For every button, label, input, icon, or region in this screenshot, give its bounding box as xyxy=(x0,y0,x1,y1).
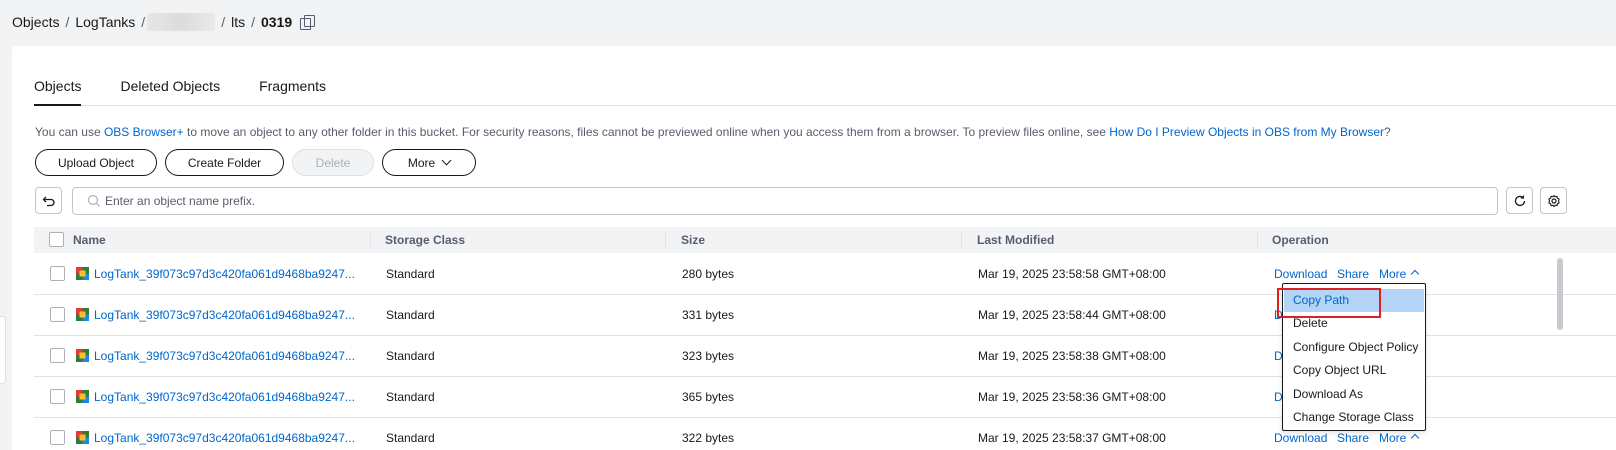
file-icon xyxy=(76,390,89,403)
row-checkbox[interactable] xyxy=(50,348,65,363)
file-icon xyxy=(76,431,89,444)
last-modified-value: Mar 19, 2025 23:58:37 GMT+08:00 xyxy=(978,431,1166,445)
column-divider[interactable] xyxy=(370,233,371,247)
search-icon xyxy=(87,194,100,207)
column-divider[interactable] xyxy=(961,233,962,247)
breadcrumb-separator: / xyxy=(141,14,146,30)
create-folder-button[interactable]: Create Folder xyxy=(165,149,284,176)
breadcrumb-lts[interactable]: lts xyxy=(231,14,245,30)
object-name-link[interactable]: LogTank_39f073c97d3c420fa061d9468ba9247.… xyxy=(94,377,355,417)
breadcrumb-separator: / xyxy=(65,14,70,30)
highlight-annotation xyxy=(1277,288,1381,318)
search-input[interactable] xyxy=(105,189,1485,213)
object-name-link[interactable]: LogTank_39f073c97d3c420fa061d9468ba9247.… xyxy=(94,336,355,376)
undo-icon xyxy=(42,196,55,206)
search-field xyxy=(72,187,1498,215)
size-value: 331 bytes xyxy=(682,308,735,322)
size-value: 322 bytes xyxy=(682,431,735,445)
column-divider[interactable] xyxy=(1257,233,1258,247)
menu-item-copy-object-url[interactable]: Copy Object URL xyxy=(1283,359,1425,382)
row-checkbox[interactable] xyxy=(50,430,65,445)
column-header-size[interactable]: Size xyxy=(681,227,705,253)
size-value: 365 bytes xyxy=(682,390,735,404)
breadcrumb-objects[interactable]: Objects xyxy=(12,14,59,30)
storage-class-value: Standard xyxy=(386,431,435,445)
column-header-storage-class[interactable]: Storage Class xyxy=(385,227,465,253)
chevron-down-icon xyxy=(1411,433,1420,443)
upload-object-button[interactable]: Upload Object xyxy=(35,149,157,176)
gear-icon xyxy=(1547,194,1560,207)
settings-button[interactable] xyxy=(1540,187,1567,214)
info-text: You can use OBS Browser+ to move an obje… xyxy=(35,125,1391,139)
side-panel-handle[interactable] xyxy=(0,316,6,384)
last-modified-value: Mar 19, 2025 23:58:36 GMT+08:00 xyxy=(978,390,1166,404)
column-divider[interactable] xyxy=(665,233,666,247)
file-icon xyxy=(76,267,89,280)
breadcrumb-separator: / xyxy=(221,14,226,30)
more-button[interactable]: More xyxy=(382,149,476,176)
breadcrumb-logtanks[interactable]: LogTanks xyxy=(75,14,135,30)
storage-class-value: Standard xyxy=(386,308,435,322)
breadcrumb: Objects / LogTanks / / lts / 0319 xyxy=(12,12,316,32)
more-operations-label: More xyxy=(1379,267,1407,281)
more-button-label: More xyxy=(407,155,436,170)
info-middle: to move an object to any other folder in… xyxy=(183,125,1110,139)
menu-item-configure-object-policy[interactable]: Configure Object Policy xyxy=(1283,336,1425,359)
breadcrumb-current: 0319 xyxy=(260,14,293,30)
chevron-up-icon xyxy=(1411,269,1420,279)
object-name-link[interactable]: LogTank_39f073c97d3c420fa061d9468ba9247.… xyxy=(94,418,355,450)
file-icon xyxy=(76,349,89,362)
file-icon xyxy=(76,308,89,321)
tab-deleted-objects[interactable]: Deleted Objects xyxy=(120,76,220,105)
menu-item-download-as[interactable]: Download As xyxy=(1283,383,1425,406)
last-modified-value: Mar 19, 2025 23:58:44 GMT+08:00 xyxy=(978,308,1166,322)
info-suffix: ? xyxy=(1383,125,1391,139)
copy-icon[interactable] xyxy=(300,15,316,30)
menu-item-change-storage-class[interactable]: Change Storage Class xyxy=(1283,406,1425,429)
more-operations-label: More xyxy=(1379,431,1407,445)
column-header-name[interactable]: Name xyxy=(73,227,106,253)
refresh-icon xyxy=(1514,194,1525,206)
delete-button[interactable]: Delete xyxy=(292,149,374,176)
obs-browser-link[interactable]: OBS Browser+ xyxy=(104,125,184,139)
refresh-button[interactable] xyxy=(1506,187,1533,214)
column-header-last-modified[interactable]: Last Modified xyxy=(977,227,1054,253)
size-value: 280 bytes xyxy=(682,267,735,281)
object-name-link[interactable]: LogTank_39f073c97d3c420fa061d9468ba9247.… xyxy=(94,254,355,294)
table-scrollbar[interactable] xyxy=(1557,258,1563,330)
tab-bar: Objects Deleted Objects Fragments xyxy=(34,76,1616,106)
breadcrumb-separator: / xyxy=(251,14,255,30)
row-checkbox[interactable] xyxy=(50,307,65,322)
back-button[interactable] xyxy=(35,187,62,214)
tab-fragments[interactable]: Fragments xyxy=(259,76,326,105)
breadcrumb-redacted[interactable] xyxy=(147,13,216,31)
row-checkbox[interactable] xyxy=(50,266,65,281)
info-prefix: You can use xyxy=(35,125,104,139)
last-modified-value: Mar 19, 2025 23:58:38 GMT+08:00 xyxy=(978,349,1166,363)
select-all-checkbox[interactable] xyxy=(49,232,64,247)
chevron-down-icon xyxy=(441,155,452,166)
storage-class-value: Standard xyxy=(386,390,435,404)
column-header-operation: Operation xyxy=(1272,233,1329,247)
table-header: Name Storage Class Size Last Modified Op… xyxy=(34,227,1616,253)
preview-help-link[interactable]: How Do I Preview Objects in OBS from My … xyxy=(1109,125,1384,139)
storage-class-value: Standard xyxy=(386,349,435,363)
row-checkbox[interactable] xyxy=(50,389,65,404)
last-modified-value: Mar 19, 2025 23:58:58 GMT+08:00 xyxy=(978,267,1166,281)
tab-objects[interactable]: Objects xyxy=(34,76,82,106)
size-value: 323 bytes xyxy=(682,349,735,363)
object-name-link[interactable]: LogTank_39f073c97d3c420fa061d9468ba9247.… xyxy=(94,295,355,335)
storage-class-value: Standard xyxy=(386,267,435,281)
